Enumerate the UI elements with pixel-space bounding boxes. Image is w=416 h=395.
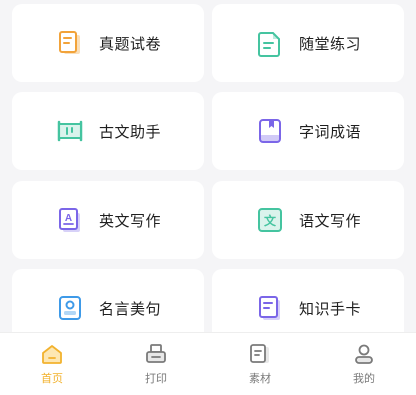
tab-label: 我的 — [353, 372, 375, 385]
tab-label: 首页 — [41, 372, 63, 385]
profile-icon — [355, 344, 373, 364]
tab-label: 素材 — [249, 372, 271, 385]
card-exam-papers[interactable]: 真题试卷 — [12, 4, 204, 82]
card-label: 语文写作 — [298, 211, 361, 230]
card-ancient-texts[interactable]: 古文助手 — [12, 92, 204, 170]
card-label: 真题试卷 — [98, 34, 161, 53]
card-label: 古文助手 — [98, 122, 161, 141]
bottom-tab-bar: 首页 打印 素材 我的 — [0, 332, 416, 395]
tab-materials[interactable]: 素材 — [208, 333, 312, 395]
card-label: 字词成语 — [298, 122, 361, 141]
tab-home[interactable]: 首页 — [0, 333, 104, 395]
book-icon — [258, 119, 281, 143]
knowledge-card-icon — [258, 296, 280, 320]
english-writing-icon: A — [58, 208, 80, 232]
svg-text:A: A — [65, 213, 72, 224]
card-label: 英文写作 — [98, 211, 161, 230]
card-chinese-writing[interactable]: 文 语文写作 — [212, 181, 404, 259]
tab-profile[interactable]: 我的 — [312, 333, 416, 395]
card-knowledge-cards[interactable]: 知识手卡 — [212, 269, 404, 332]
card-practice[interactable]: 随堂练习 — [212, 4, 404, 82]
ancient-scroll-icon — [57, 120, 83, 142]
exam-paper-icon — [58, 31, 80, 54]
svg-text:文: 文 — [264, 213, 277, 228]
card-label: 知识手卡 — [298, 299, 361, 318]
material-icon — [250, 344, 269, 363]
printer-icon — [146, 344, 166, 363]
chinese-writing-icon: 文 — [257, 208, 282, 232]
card-famous-quotes[interactable]: 名言美句 — [12, 269, 204, 332]
home-icon — [42, 345, 62, 364]
card-words-idioms[interactable]: 字词成语 — [212, 92, 404, 170]
card-label: 名言美句 — [98, 299, 161, 318]
card-english-writing[interactable]: A 英文写作 — [12, 181, 204, 259]
quote-card-icon — [58, 296, 81, 320]
practice-doc-icon — [257, 32, 280, 57]
feature-grid: 真题试卷 随堂练习 古文助手 字词成语 A 英文写作 文 语文写作 名言美句 知… — [0, 0, 416, 332]
tab-label: 打印 — [145, 372, 167, 385]
card-label: 随堂练习 — [298, 34, 361, 53]
tab-print[interactable]: 打印 — [104, 333, 208, 395]
